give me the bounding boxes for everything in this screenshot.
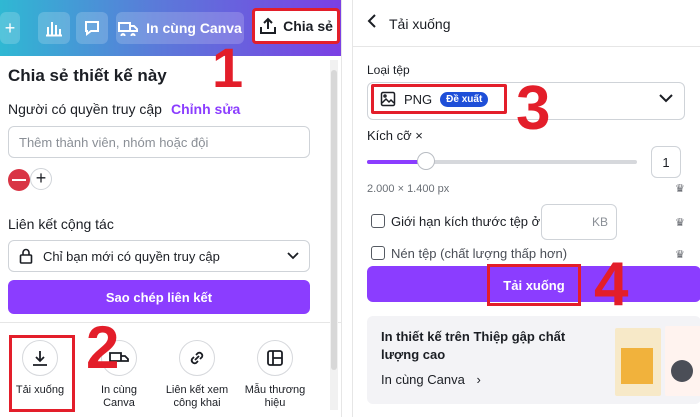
brand-template-option-label: Mẫu thương hiệu — [244, 384, 306, 409]
kb-input[interactable]: KB — [541, 204, 617, 240]
plus-icon: + — [4, 17, 16, 38]
file-type-text: PNG — [404, 91, 433, 107]
link-icon — [190, 351, 204, 365]
size-label: Kích cỡ × — [367, 128, 423, 143]
public-view-link-option-label: Liên kết xem công khai — [165, 384, 229, 409]
public-view-link-option[interactable]: Liên kết xem công khai — [162, 340, 232, 410]
print-promo-card: In thiết kế trên Thiệp gập chất lượng ca… — [367, 316, 700, 404]
public-view-link-option-circle — [179, 340, 215, 376]
size-slider-handle[interactable] — [417, 152, 435, 170]
step-number-2: 2 — [86, 314, 120, 381]
download-panel-title: Tải xuống — [389, 16, 451, 32]
back-icon[interactable] — [367, 14, 377, 33]
comment-button[interactable] — [76, 12, 108, 44]
download-button-label[interactable]: Tải xuống — [487, 264, 581, 306]
collab-access-value: Chỉ bạn mới có quyền truy cập — [43, 248, 220, 264]
chevron-down-icon — [659, 94, 673, 103]
step-number-4: 4 — [594, 250, 629, 319]
share-panel: + In cùng Canva Chia sẻ Chia sẻ thiết kế… — [0, 0, 342, 417]
add-member-input[interactable]: Thêm thành viên, nhóm hoặc đội — [8, 126, 310, 158]
avatar — [8, 169, 30, 191]
download-highlight-box — [9, 335, 75, 412]
limit-size-label: Giới hạn kích thước tệp ở — [391, 214, 541, 229]
divider — [0, 322, 341, 323]
brand-template-option-circle — [257, 340, 293, 376]
brand-template-option[interactable]: Mẫu thương hiệu — [240, 340, 310, 410]
step-number-3: 3 — [516, 74, 551, 143]
comment-icon — [85, 21, 99, 36]
step-number-1: 1 — [212, 36, 244, 99]
share-title: Chia sẻ thiết kế này — [8, 66, 167, 85]
print-canva-option-label: In cùng Canva — [100, 384, 138, 409]
edit-access-link[interactable]: Chỉnh sửa — [171, 101, 240, 117]
greeting-card-preview — [615, 328, 661, 396]
limit-size-checkbox[interactable] — [371, 214, 385, 228]
add-member-button[interactable]: + — [30, 168, 52, 190]
divider — [353, 46, 700, 47]
card-art — [621, 348, 653, 384]
crown-icon: ♛ — [675, 183, 685, 195]
plus-icon: + — [35, 168, 47, 188]
dimensions-text: 2.000 × 1.400 px — [367, 183, 450, 195]
file-type-value[interactable]: PNG Đề xuất — [371, 84, 507, 114]
share-icon — [260, 17, 277, 34]
chevron-right-icon: › — [476, 372, 481, 387]
image-icon — [380, 91, 396, 107]
download-panel: Tải xuống Loại tệp PNG Đề xuất Kích cỡ ×… — [352, 0, 700, 417]
compress-checkbox[interactable] — [371, 246, 385, 260]
recommended-badge: Đề xuất — [440, 91, 489, 107]
size-value-input[interactable]: 1 — [651, 146, 681, 178]
scrollbar-thumb[interactable] — [331, 70, 337, 370]
crown-icon: ♛ — [675, 249, 685, 261]
access-label: Người có quyền truy cập — [8, 101, 162, 117]
truck-icon — [118, 22, 139, 36]
compress-label: Nén tệp (chất lượng thấp hơn) — [391, 246, 568, 261]
promo-title: In thiết kế trên Thiệp gập chất lượng ca… — [381, 329, 566, 362]
share-label: Chia sẻ — [283, 18, 333, 34]
card-art — [671, 360, 693, 382]
add-button[interactable]: + — [0, 12, 20, 44]
insights-button[interactable] — [38, 12, 70, 44]
collab-access-select[interactable]: Chỉ bạn mới có quyền truy cập — [8, 240, 310, 272]
bar-chart-icon — [46, 22, 62, 37]
promo-link[interactable]: In cùng Canva › — [381, 372, 481, 387]
greeting-card-preview — [665, 326, 700, 396]
chevron-down-icon — [287, 252, 299, 260]
promo-link-label: In cùng Canva — [381, 372, 465, 387]
file-type-label: Loại tệp — [367, 63, 410, 77]
lock-icon — [19, 248, 33, 264]
print-with-canva-label: In cùng Canva — [146, 20, 242, 36]
crown-icon: ♛ — [675, 217, 685, 229]
editor-topbar: + In cùng Canva Chia sẻ — [0, 0, 341, 56]
share-button[interactable]: Chia sẻ — [252, 8, 340, 44]
copy-link-button[interactable]: Sao chép liên kết — [8, 280, 310, 314]
template-icon — [267, 350, 283, 366]
collab-link-label: Liên kết cộng tác — [8, 216, 114, 232]
